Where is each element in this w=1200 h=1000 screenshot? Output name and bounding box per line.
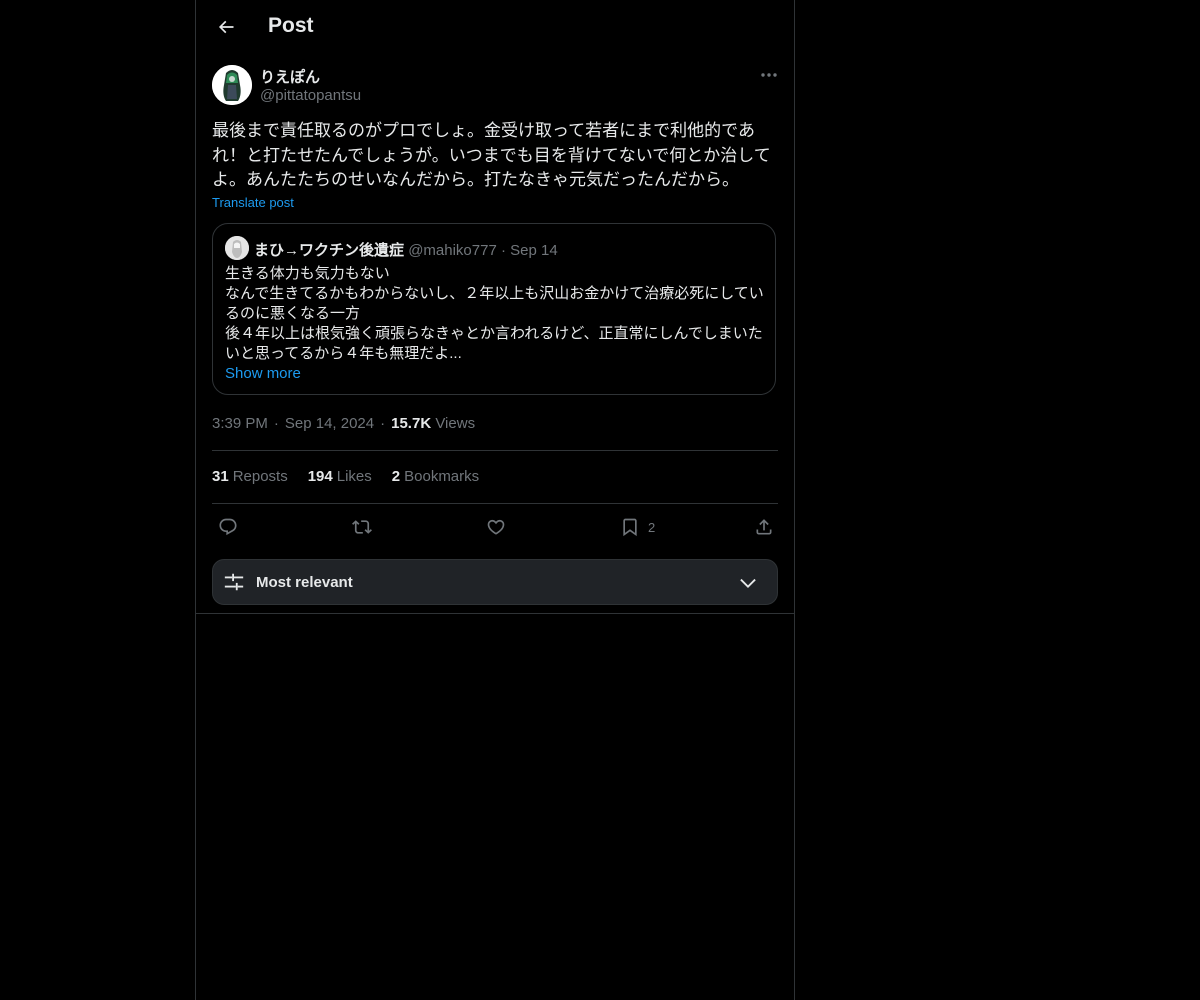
share-icon — [756, 519, 772, 535]
divider — [212, 450, 778, 451]
arrow-left-icon — [218, 20, 234, 34]
sort-label: Most relevant — [256, 574, 353, 591]
quote-author-handle: @mahiko777 — [408, 242, 497, 259]
page-title: Post — [268, 14, 314, 37]
quote-text-line: るのに悪くなる一方 — [225, 305, 361, 322]
chevron-down-icon — [740, 578, 756, 588]
reposts-stat[interactable]: 31 Reposts — [212, 468, 288, 485]
timeline-column: Post りえぽん @pittatopantsu 最後まで責任取るのがプロでしょ… — [195, 0, 795, 1000]
translate-post-link[interactable]: Translate post — [212, 195, 294, 210]
divider — [212, 503, 778, 504]
quote-text-line: 後４年以上は根気強く頑張らなきゃとか言われるけど、正直常にしんでしまいた — [225, 325, 763, 342]
quote-avatar-image — [225, 236, 249, 260]
bookmark-icon — [623, 518, 637, 537]
divider — [196, 613, 794, 614]
quote-text-line: なんで生きてるかもわからないし、２年以上も沢山お金かけて治療必死にしてい — [225, 285, 764, 302]
back-button[interactable] — [212, 13, 240, 41]
like-button[interactable] — [486, 515, 506, 539]
reply-button[interactable] — [218, 515, 238, 539]
likes-count: 194 — [307, 468, 333, 485]
quote-date: Sep 14 — [510, 242, 558, 259]
post-header: Post — [196, 0, 794, 54]
bookmark-button[interactable]: 2 — [620, 515, 655, 539]
reply-icon — [219, 518, 237, 536]
bookmarks-label: Bookmarks — [404, 468, 480, 485]
reposts-count: 31 — [212, 468, 229, 485]
repost-icon — [352, 520, 372, 534]
post-date[interactable]: Sep 14, 2024 — [285, 415, 374, 432]
quote-separator: · — [500, 242, 506, 259]
author-avatar[interactable] — [212, 65, 252, 105]
author-name[interactable]: りえぽん — [260, 66, 320, 87]
bookmark-count: 2 — [648, 519, 656, 535]
quoted-post[interactable]: まひ→ワクチン後遺症 @mahiko777 · Sep 14 生きる体力も気力も… — [212, 223, 776, 395]
more-horizontal-icon — [761, 73, 777, 77]
share-button[interactable] — [754, 515, 774, 539]
post-metadata: 3:39 PM · Sep 14, 2024 · 15.7K Views — [212, 415, 476, 432]
post-time[interactable]: 3:39 PM — [212, 415, 268, 432]
post-text: 最後まで責任取るのがプロでしょ。金受け取って若者にまで利他的であれ！と打たせたん… — [212, 121, 771, 189]
quote-meta: まひ→ワクチン後遺症 @mahiko777 · Sep 14 — [254, 239, 558, 260]
engagement-stats: 31 Reposts 194 Likes 2 Bookmarks — [212, 468, 479, 485]
heart-icon — [487, 519, 505, 535]
bookmarks-count: 2 — [391, 468, 401, 485]
quote-text-line: いと思ってるから４年も無理だよ... — [225, 345, 462, 362]
quote-text-line: 生きる体力も気力もない — [225, 265, 390, 282]
likes-stat[interactable]: 194 Likes — [308, 468, 372, 485]
avatar-image — [212, 65, 252, 105]
sliders-icon — [224, 573, 244, 591]
bookmarks-stat[interactable]: 2 Bookmarks — [392, 468, 479, 485]
quote-text: 生きる体力も気力もない なんで生きてるかもわからないし、２年以上も沢山お金かけて… — [225, 264, 765, 364]
quote-author-avatar — [225, 236, 249, 260]
repost-button[interactable] — [352, 515, 372, 539]
author-handle[interactable]: @pittatopantsu — [260, 87, 361, 104]
more-options-button[interactable] — [758, 66, 780, 84]
views-label: Views — [435, 415, 476, 432]
reposts-label: Reposts — [232, 468, 288, 485]
quote-author-name: まひ→ワクチン後遺症 — [254, 242, 405, 259]
sort-replies-dropdown[interactable]: Most relevant — [212, 559, 778, 605]
likes-label: Likes — [336, 468, 372, 485]
views-count: 15.7K — [391, 415, 432, 432]
show-more-link[interactable]: Show more — [225, 365, 301, 382]
